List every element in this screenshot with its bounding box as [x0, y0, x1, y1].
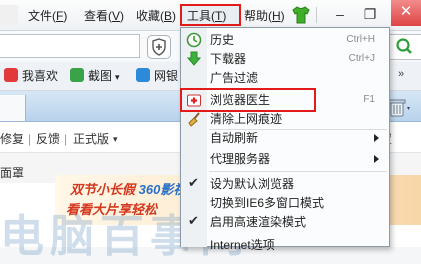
broom-icon	[186, 111, 202, 127]
menu-help[interactable]: 帮助(H)	[242, 7, 287, 25]
link-divider: |	[28, 132, 32, 146]
heart-icon	[4, 68, 18, 82]
fav-item-like[interactable]: 我喜欢	[4, 67, 58, 85]
app-edge-icon	[0, 5, 18, 25]
promo-headline: 双节小长假 360影视	[70, 182, 187, 197]
search-field[interactable]	[388, 34, 421, 60]
security-shield-button[interactable]	[147, 35, 171, 59]
address-input[interactable]	[0, 34, 140, 58]
version-link[interactable]: 正式版	[73, 127, 109, 151]
favorites-more-icon[interactable]: »	[398, 68, 404, 80]
shield-plus-icon	[152, 38, 166, 56]
link-divider: |	[64, 132, 68, 146]
submenu-arrow-icon	[374, 155, 379, 163]
minimize-button[interactable]: –	[326, 3, 354, 27]
menu-item-fast-render[interactable]: ✔ 启用高速渲染模式	[181, 211, 389, 233]
menu-favorites[interactable]: 收藏(B)	[134, 7, 178, 25]
close-button[interactable]: ✕	[391, 0, 421, 26]
menu-separator	[209, 171, 387, 172]
feedback-link[interactable]: 反馈	[36, 127, 60, 151]
version-dropdown-icon[interactable]: ▾	[113, 127, 118, 151]
repair-link[interactable]: 修复	[0, 127, 24, 151]
clock-icon	[186, 32, 202, 48]
menu-item-auto-refresh[interactable]: 自动刷新	[181, 127, 389, 149]
tshirt-skin-icon[interactable]	[291, 6, 311, 24]
menu-tools[interactable]: 工具(T)	[185, 7, 228, 25]
search-icon	[396, 38, 412, 54]
submenu-arrow-icon	[374, 134, 379, 142]
menu-view[interactable]: 查看(V)	[82, 7, 126, 25]
menu-item-ad-filter[interactable]: 广告过滤	[181, 67, 389, 89]
fav-item-bank[interactable]: 网银	[136, 67, 178, 85]
setting-text: 面罩	[0, 166, 25, 180]
checkmark-icon: ✔	[188, 213, 199, 228]
menu-item-proxy-server[interactable]: 代理服务器	[181, 148, 389, 170]
restore-button[interactable]: ❐	[356, 3, 384, 27]
checkmark-icon: ✔	[188, 175, 199, 190]
menu-item-internet-options[interactable]: Internet选项	[181, 234, 389, 256]
window-divider	[316, 7, 317, 23]
download-arrow-icon	[186, 51, 202, 67]
globe-icon	[136, 68, 150, 82]
menu-file[interactable]: 文件(F)	[26, 7, 69, 25]
fav-item-screenshot[interactable]: 截图 ▾	[70, 67, 120, 85]
current-tab[interactable]	[0, 95, 26, 121]
scissors-icon	[70, 68, 84, 82]
